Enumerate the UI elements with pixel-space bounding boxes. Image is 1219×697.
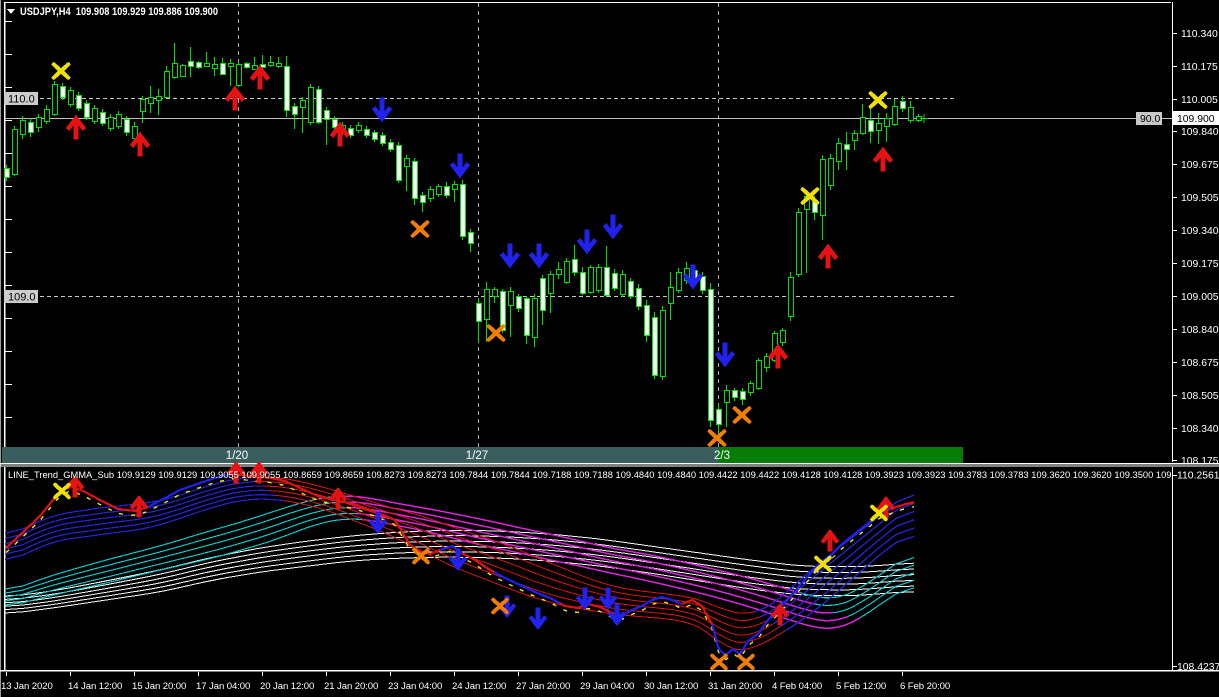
svg-text:23 Jan 04:00: 23 Jan 04:00 [388, 681, 442, 692]
svg-text:24 Jan 12:00: 24 Jan 12:00 [452, 681, 506, 692]
svg-text:1/20: 1/20 [226, 450, 248, 462]
svg-text:109.900: 109.900 [1177, 114, 1215, 125]
svg-text:109.840: 109.840 [1181, 127, 1219, 138]
svg-text:108.840: 108.840 [1181, 325, 1219, 336]
svg-text:15 Jan 20:00: 15 Jan 20:00 [132, 681, 186, 692]
svg-text:USDJPY,H4 109.908 109.929 109: USDJPY,H4 109.908 109.929 109.886 109.90… [20, 6, 218, 18]
svg-text:29 Jan 04:00: 29 Jan 04:00 [580, 681, 634, 692]
svg-text:109.175: 109.175 [1181, 259, 1219, 270]
svg-text:5 Feb 12:00: 5 Feb 12:00 [836, 681, 886, 692]
svg-text:109.675: 109.675 [1181, 160, 1219, 171]
svg-text:109.005: 109.005 [1181, 292, 1219, 303]
svg-text:110.005: 110.005 [1181, 95, 1218, 106]
svg-text:108.505: 108.505 [1181, 391, 1219, 402]
svg-text:2/3: 2/3 [714, 450, 730, 462]
svg-text:108.675: 108.675 [1181, 358, 1219, 369]
svg-text:30 Jan 12:00: 30 Jan 12:00 [644, 681, 698, 692]
svg-text:LINE_Trend_GMMA_Sub 109.9129 1: LINE_Trend_GMMA_Sub 109.9129 109.9129 10… [8, 470, 1195, 480]
svg-text:108.175: 108.175 [1181, 456, 1219, 467]
svg-text:1/27: 1/27 [466, 450, 488, 462]
svg-text:90.0: 90.0 [1140, 114, 1160, 125]
svg-text:108.4237: 108.4237 [1177, 662, 1219, 673]
svg-text:20 Jan 12:00: 20 Jan 12:00 [260, 681, 314, 692]
svg-text:110.340: 110.340 [1181, 29, 1218, 40]
svg-text:27 Jan 20:00: 27 Jan 20:00 [516, 681, 570, 692]
svg-text:110.175: 110.175 [1181, 62, 1218, 73]
svg-text:108.340: 108.340 [1181, 424, 1219, 435]
svg-text:4 Feb 04:00: 4 Feb 04:00 [772, 681, 822, 692]
svg-text:110.2561: 110.2561 [1177, 471, 1219, 482]
svg-text:110.0: 110.0 [8, 94, 35, 106]
svg-text:13 Jan 2020: 13 Jan 2020 [1, 681, 53, 692]
svg-text:6 Feb 20:00: 6 Feb 20:00 [900, 681, 950, 692]
svg-text:21 Jan 20:00: 21 Jan 20:00 [324, 681, 378, 692]
svg-text:109.505: 109.505 [1181, 193, 1219, 204]
svg-text:17 Jan 04:00: 17 Jan 04:00 [196, 681, 250, 692]
svg-text:109.340: 109.340 [1181, 226, 1219, 237]
svg-text:109.0: 109.0 [8, 292, 36, 304]
svg-text:31 Jan 20:00: 31 Jan 20:00 [708, 681, 762, 692]
svg-text:14 Jan 12:00: 14 Jan 12:00 [68, 681, 122, 692]
